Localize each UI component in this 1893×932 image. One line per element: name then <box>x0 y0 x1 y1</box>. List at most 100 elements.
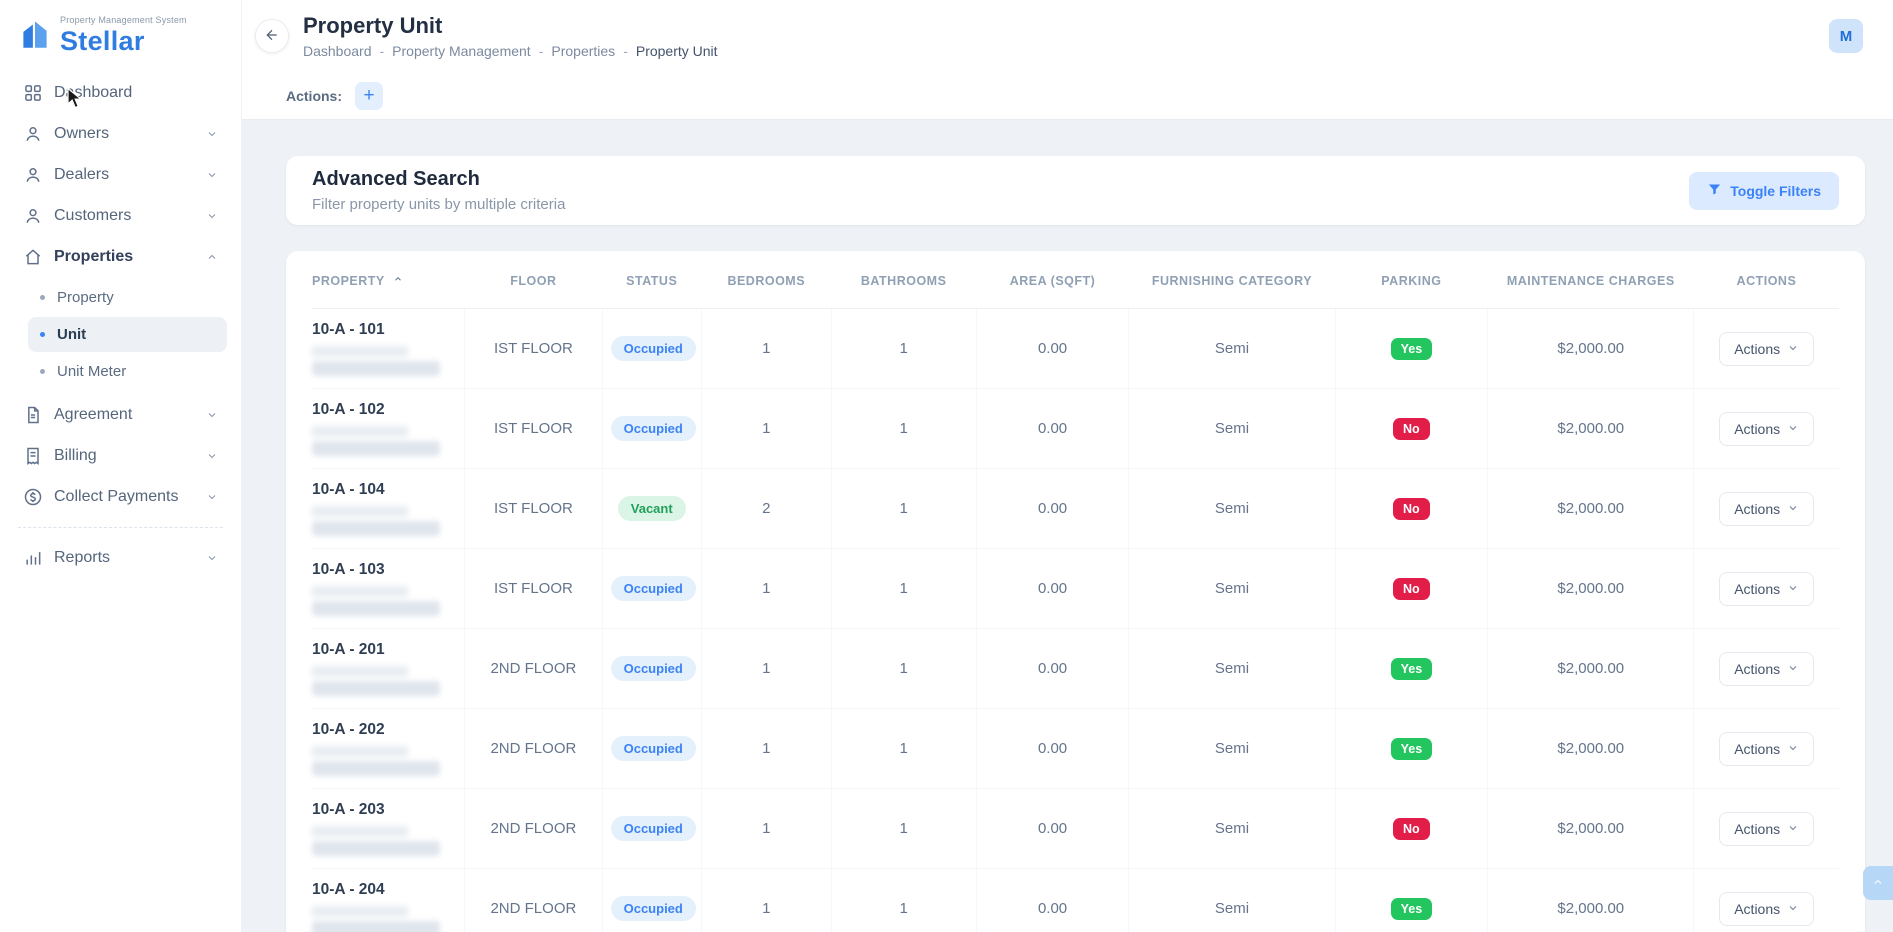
area-cell: 0.00 <box>976 309 1129 389</box>
table-row: 10-A - 101 IST FLOOR Occupied 1 1 0.00 S… <box>312 309 1839 389</box>
column-header-area[interactable]: AREA (SQFT) <box>976 251 1129 309</box>
parking-cell: Yes <box>1335 709 1488 789</box>
sidebar-item-collect-payments[interactable]: Collect Payments <box>14 477 227 517</box>
chevron-down-icon <box>206 491 218 503</box>
column-header-bathrooms[interactable]: BATHROOMS <box>831 251 976 309</box>
status-badge: Occupied <box>611 736 696 761</box>
chevron-down-icon <box>206 409 218 421</box>
chevron-down-icon <box>1787 501 1799 517</box>
toggle-filters-label: Toggle Filters <box>1730 183 1821 199</box>
breadcrumb-link-properties[interactable]: Properties <box>551 43 615 59</box>
unit-table: PROPERTY FLOOR STATUS BEDROOMS BATHROOMS… <box>312 251 1839 932</box>
area-cell: 0.00 <box>976 789 1129 869</box>
row-actions-button[interactable]: Actions <box>1719 652 1814 686</box>
property-name: 10-A - 101 <box>312 321 456 339</box>
actions-cell: Actions <box>1694 549 1839 629</box>
sidebar-item-label: Dealers <box>54 166 109 184</box>
unit-table-card: PROPERTY FLOOR STATUS BEDROOMS BATHROOMS… <box>286 251 1865 932</box>
chevron-down-icon <box>206 450 218 462</box>
redacted-text <box>312 426 408 437</box>
sidebar-item-billing[interactable]: Billing <box>14 436 227 476</box>
status-cell: Occupied <box>602 789 701 869</box>
column-header-floor[interactable]: FLOOR <box>465 251 602 309</box>
bullet-icon <box>40 295 45 300</box>
column-header-maintenance[interactable]: MAINTENANCE CHARGES <box>1488 251 1694 309</box>
sidebar-item-label: Reports <box>54 549 110 567</box>
add-unit-button[interactable]: + <box>355 82 383 110</box>
furnishing-cell: Semi <box>1129 789 1335 869</box>
column-header-property[interactable]: PROPERTY <box>312 251 465 309</box>
toggle-filters-button[interactable]: Toggle Filters <box>1689 172 1839 210</box>
row-actions-label: Actions <box>1734 901 1780 917</box>
bathrooms-cell: 1 <box>831 389 976 469</box>
breadcrumb-separator: - <box>623 43 628 59</box>
column-header-status[interactable]: STATUS <box>602 251 701 309</box>
scroll-top-button[interactable] <box>1863 866 1893 900</box>
table-header-row: PROPERTY FLOOR STATUS BEDROOMS BATHROOMS… <box>312 251 1839 309</box>
column-header-parking[interactable]: PARKING <box>1335 251 1488 309</box>
parking-badge: No <box>1393 418 1430 440</box>
row-actions-button[interactable]: Actions <box>1719 412 1814 446</box>
column-header-bedrooms[interactable]: BEDROOMS <box>701 251 831 309</box>
breadcrumb-link-dashboard[interactable]: Dashboard <box>303 43 372 59</box>
user-icon <box>23 124 43 144</box>
receipt-icon <box>23 446 43 466</box>
chevron-down-icon <box>206 128 218 140</box>
table-row: 10-A - 201 2ND FLOOR Occupied 1 1 0.00 S… <box>312 629 1839 709</box>
sidebar-item-dealers[interactable]: Dealers <box>14 155 227 195</box>
sidebar-item-label: Dashboard <box>54 84 132 102</box>
row-actions-button[interactable]: Actions <box>1719 332 1814 366</box>
sidebar-item-properties[interactable]: Properties <box>14 237 227 277</box>
avatar[interactable]: M <box>1829 19 1863 53</box>
area-cell: 0.00 <box>976 629 1129 709</box>
logo[interactable]: Property Management System Stellar <box>14 10 227 73</box>
row-actions-button[interactable]: Actions <box>1719 892 1814 926</box>
status-badge: Occupied <box>611 416 696 441</box>
table-row: 10-A - 103 IST FLOOR Occupied 1 1 0.00 S… <box>312 549 1839 629</box>
floor-cell: IST FLOOR <box>465 309 602 389</box>
advanced-search-card: Advanced Search Filter property units by… <box>286 156 1865 225</box>
chevron-down-icon <box>1787 901 1799 917</box>
back-button[interactable] <box>255 19 289 53</box>
user-icon <box>23 206 43 226</box>
chevron-up-icon <box>206 251 218 263</box>
topbar: Property Unit Dashboard - Property Manag… <box>242 0 1893 72</box>
bullet-icon <box>40 332 45 337</box>
property-name: 10-A - 104 <box>312 481 456 499</box>
chevron-up-icon <box>1872 876 1884 891</box>
breadcrumb-link-property-management[interactable]: Property Management <box>392 43 531 59</box>
row-actions-button[interactable]: Actions <box>1719 492 1814 526</box>
properties-submenu: Property Unit Unit Meter <box>14 278 227 395</box>
bedrooms-cell: 1 <box>701 869 831 932</box>
sidebar-item-owners[interactable]: Owners <box>14 114 227 154</box>
advanced-search-title: Advanced Search <box>312 168 565 191</box>
redacted-text <box>312 761 440 776</box>
property-cell: 10-A - 204 <box>312 869 465 932</box>
sidebar-item-label: Properties <box>54 248 133 266</box>
sidebar-item-agreement[interactable]: Agreement <box>14 395 227 435</box>
row-actions-button[interactable]: Actions <box>1719 572 1814 606</box>
redacted-text <box>312 921 440 932</box>
parking-badge: Yes <box>1391 738 1433 760</box>
dollar-icon <box>23 487 43 507</box>
property-cell: 10-A - 103 <box>312 549 465 629</box>
sidebar-item-customers[interactable]: Customers <box>14 196 227 236</box>
row-actions-label: Actions <box>1734 741 1780 757</box>
chevron-down-icon <box>206 552 218 564</box>
row-actions-button[interactable]: Actions <box>1719 732 1814 766</box>
sidebar-item-property[interactable]: Property <box>28 280 227 315</box>
column-header-furnishing[interactable]: FURNISHING CATEGORY <box>1129 251 1335 309</box>
sidebar-item-dashboard[interactable]: Dashboard <box>14 73 227 113</box>
sidebar-item-unit-meter[interactable]: Unit Meter <box>28 354 227 389</box>
row-actions-label: Actions <box>1734 661 1780 677</box>
sidebar-item-reports[interactable]: Reports <box>14 538 227 578</box>
breadcrumb: Dashboard - Property Management - Proper… <box>303 43 718 59</box>
chevron-down-icon <box>1787 421 1799 437</box>
sidebar-item-unit[interactable]: Unit <box>28 317 227 352</box>
sidebar-item-label: Billing <box>54 447 97 465</box>
row-actions-button[interactable]: Actions <box>1719 812 1814 846</box>
furnishing-cell: Semi <box>1129 549 1335 629</box>
maintenance-cell: $2,000.00 <box>1488 789 1694 869</box>
breadcrumb-separator: - <box>539 43 544 59</box>
status-badge: Occupied <box>611 656 696 681</box>
